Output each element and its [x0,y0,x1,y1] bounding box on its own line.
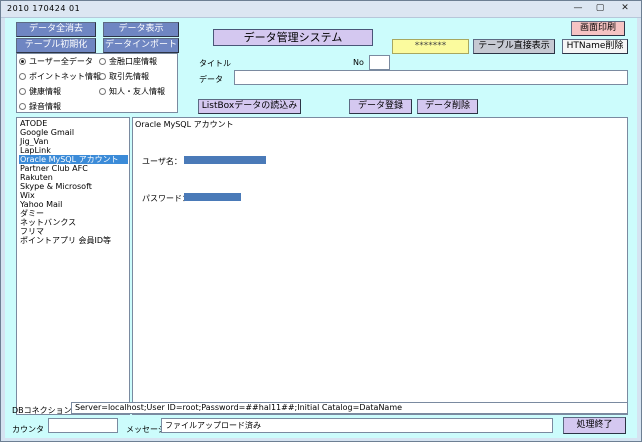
register-data-button[interactable]: データ登録 [349,99,412,114]
detail-textarea[interactable]: Oracle MySQL アカウント ユーザ名： パスワード： [132,117,628,415]
show-data-button[interactable]: データ表示 [103,22,179,37]
app-window: 2010 170424 01 — ▢ ✕ データ全消去 データ表示 テーブル初期… [0,0,642,442]
radio-unchecked-icon [19,103,26,110]
list-item-selected[interactable]: Oracle MySQL アカウント [19,155,128,164]
radio-client-info[interactable]: 取引先情報 [99,71,149,84]
delete-data-button[interactable]: データ削除 [417,99,478,114]
finish-button[interactable]: 処理終了 [563,417,626,434]
close-button[interactable]: ✕ [611,2,639,15]
list-item[interactable]: Skype & Microsoft [19,182,128,191]
list-item[interactable]: Google Gmail [19,128,128,137]
radio-bank-account[interactable]: 金融口座情報 [99,56,157,69]
message-label: メッセージ [126,425,166,434]
detail-heading: Oracle MySQL アカウント [135,120,234,129]
yellow-indicator: ******* [392,39,469,54]
list-item[interactable]: Wix [19,191,128,200]
init-table-button[interactable]: テーブル初期化 [16,38,96,53]
list-item[interactable]: ポイントアプリ 会員ID等 [19,236,128,245]
redacted-password-bar [184,193,241,201]
radio-acquaintance-info[interactable]: 知人・友人情報 [99,86,165,99]
counter-label: カウンタ [12,425,44,434]
data-label: データ [199,75,223,84]
no-field[interactable] [369,55,390,70]
radio-health-info[interactable]: 健康情報 [19,86,61,99]
radio-recording-info[interactable]: 録音情報 [19,101,61,114]
db-connection-field[interactable]: Server=localhost;User ID=root;Password=#… [71,402,628,414]
import-data-button[interactable]: データインポート [103,38,179,53]
message-field[interactable]: ファイルアップロード済み [161,418,553,433]
delete-name-button[interactable]: HTName削除 [562,39,628,54]
radio-unchecked-icon [19,73,26,80]
db-connection-label: DBコネクション [12,406,72,415]
title-bar[interactable]: 2010 170424 01 — ▢ ✕ [1,1,641,18]
clear-all-button[interactable]: データ全消去 [16,22,96,37]
window-title: 2010 170424 01 [7,4,81,13]
minimize-button[interactable]: — [567,2,589,15]
list-item[interactable]: ATODE [19,119,128,128]
redacted-user-bar [184,156,266,164]
no-label: No [353,58,364,67]
counter-field[interactable] [48,418,118,433]
radio-unchecked-icon [19,88,26,95]
radio-unchecked-icon [99,73,106,80]
list-item[interactable]: Jig_Van [19,137,128,146]
item-listbox[interactable]: ATODE Google Gmail Jig_Van LapLink Oracl… [16,117,130,415]
user-label: ユーザ名： [142,157,182,166]
list-item[interactable]: Yahoo Mail [19,200,128,209]
client-area: データ全消去 データ表示 テーブル初期化 データインポート データ管理システム … [5,18,637,438]
list-item[interactable]: Partner Club AFC [19,164,128,173]
category-radio-group: ユーザー全データ 金融口座情報 ポイントネット情報 取引先情報 健康情報 知人・… [16,53,178,113]
radio-checked-icon [19,58,26,65]
list-item[interactable]: フリマ [19,227,128,236]
list-item[interactable]: LapLink [19,146,128,155]
app-title: データ管理システム [213,29,373,46]
data-field[interactable] [234,70,628,85]
radio-user-all[interactable]: ユーザー全データ [19,56,93,69]
radio-unchecked-icon [99,88,106,95]
list-item[interactable]: ダミー [19,209,128,218]
list-item[interactable]: Rakuten [19,173,128,182]
password-label: パスワード： [142,194,190,203]
list-item[interactable]: ネットバンクス [19,218,128,227]
radio-unchecked-icon [99,58,106,65]
load-listbox-button[interactable]: ListBoxデータの読込み [198,99,301,114]
maximize-button[interactable]: ▢ [589,2,611,15]
title-label: タイトル [199,59,231,68]
direct-table-view-button[interactable]: テーブル直接表示 [473,39,555,54]
radio-point-net[interactable]: ポイントネット情報 [19,71,101,84]
print-screen-button[interactable]: 画面印刷 [571,21,625,36]
